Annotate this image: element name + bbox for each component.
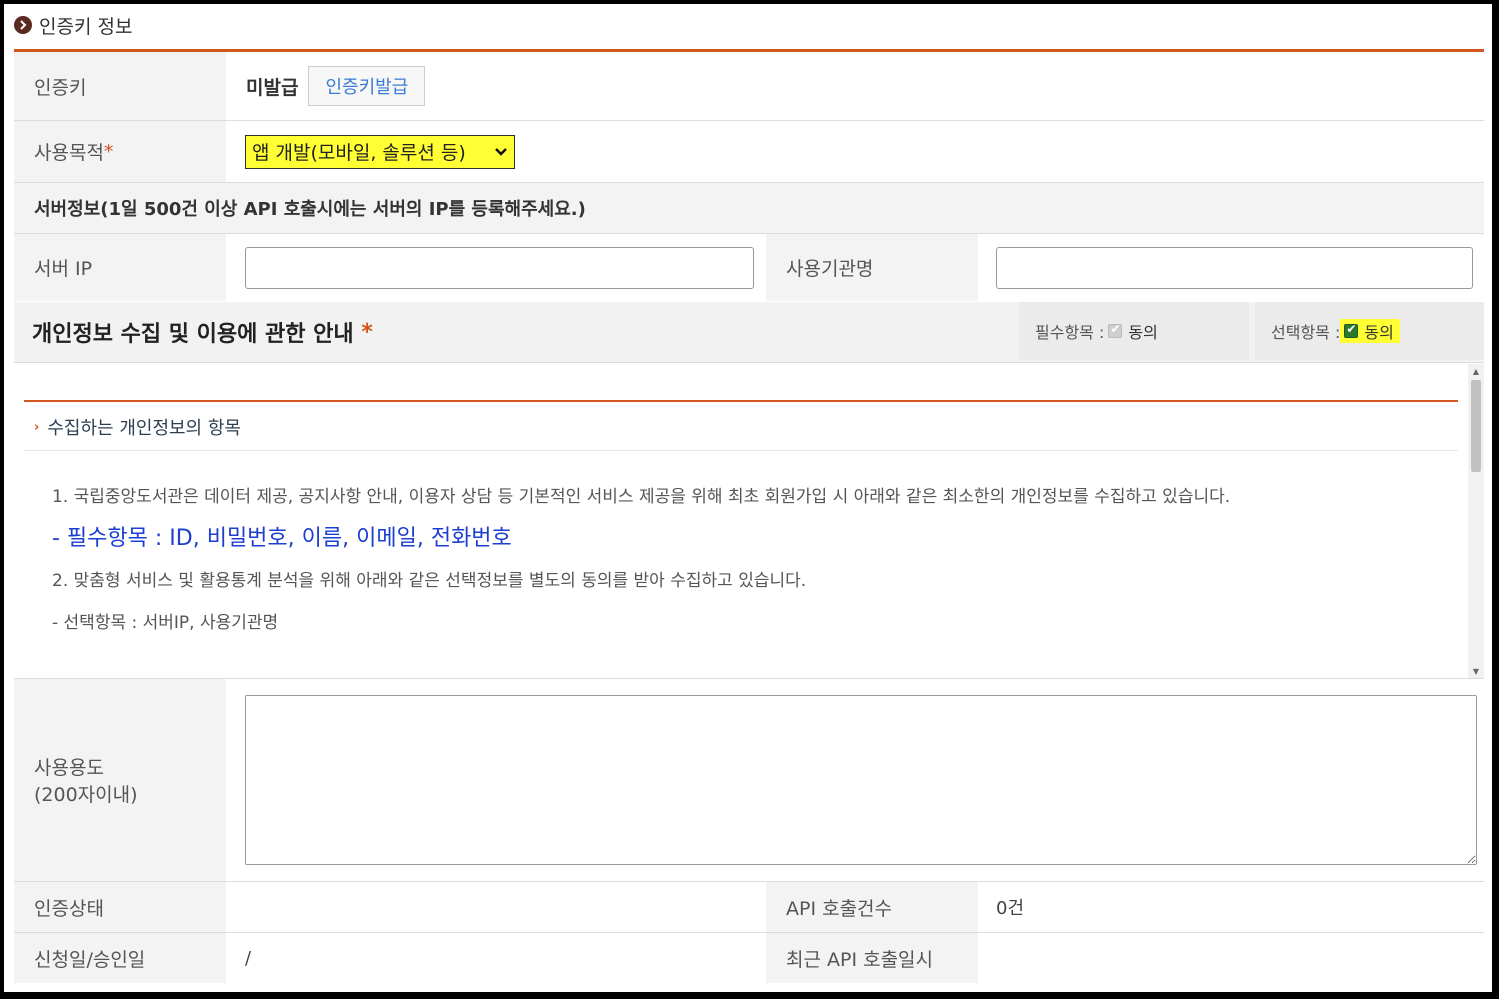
scroll-up-icon[interactable]: ▲ [1468, 364, 1484, 378]
scroll-down-icon[interactable]: ▼ [1468, 664, 1484, 678]
auth-key-panel: 인증키 정보 인증키 미발급 인증키발급 사용목적 * 앱 개발(모바일, 솔루션… [4, 4, 1492, 992]
purpose-label: 사용목적 * [14, 121, 226, 182]
server-ip-label: 서버 IP [14, 234, 226, 301]
mandatory-label: 필수항목 : [1035, 323, 1105, 342]
last-call-value [978, 933, 1484, 983]
usage-textarea[interactable] [245, 695, 1477, 865]
optional-agree-cell: 선택항목 : ✔ 동의 [1255, 302, 1484, 360]
org-name-input[interactable] [996, 246, 1473, 289]
privacy-content-divider [24, 400, 1458, 402]
request-date-value: / [226, 933, 766, 983]
optional-label: 선택항목 : [1271, 323, 1341, 342]
privacy-subheading: › 수집하는 개인정보의 항목 [34, 418, 241, 439]
purpose-row: 사용목적 * 앱 개발(모바일, 솔루션 등) [14, 121, 1484, 183]
purpose-select-value: 앱 개발(모바일, 솔루션 등) [252, 142, 466, 164]
mandatory-agree-text: 동의 [1128, 323, 1158, 342]
privacy-para2: 2. 맞춤형 서비스 및 활용통계 분석을 위해 아래와 같은 선택정보를 별도… [52, 571, 807, 591]
mandatory-agree-cell: 필수항목 : ✔ 동의 [1019, 302, 1249, 360]
scroll-thumb[interactable] [1471, 380, 1481, 472]
section-title: 인증키 정보 [14, 10, 132, 40]
privacy-content-scroll[interactable]: › 수집하는 개인정보의 항목 1. 국립중앙도서관은 데이터 제공, 공지사항… [14, 364, 1484, 679]
api-calls-value: 0건 [978, 882, 1484, 932]
optional-agree-text[interactable]: 동의 [1364, 319, 1393, 343]
scrollbar[interactable]: ▲ ▼ [1468, 364, 1484, 678]
subheading-divider [24, 450, 1458, 451]
auth-status-label: 인증상태 [14, 882, 226, 932]
api-calls-label: API 호출건수 [766, 882, 978, 932]
server-ip-row: 서버 IP 사용기관명 [14, 234, 1484, 301]
mandatory-items: - 필수항목 : ID, 비밀번호, 이름, 이메일, 전화번호 [52, 526, 512, 551]
auth-status-row: 인증상태 API 호출건수 0건 [14, 882, 1484, 933]
optional-agree-checkbox[interactable]: ✔ [1344, 322, 1359, 338]
server-info-heading-row: 서버정보(1일 500건 이상 API 호출시에는 서버의 IP를 등록해주세요… [14, 183, 1484, 234]
usage-row: 사용용도 (200자이내) [14, 679, 1484, 882]
server-ip-input[interactable] [245, 246, 754, 289]
chevron-right-circle-icon [14, 16, 32, 34]
server-info-heading: 서버정보(1일 500건 이상 API 호출시에는 서버의 IP를 등록해주세요… [34, 199, 586, 220]
last-call-label: 최근 API 호출일시 [766, 933, 978, 983]
auth-key-row: 인증키 미발급 인증키발급 [14, 52, 1484, 121]
request-date-label: 신청일/승인일 [14, 933, 226, 983]
request-date-row: 신청일/승인일 / 최근 API 호출일시 [14, 933, 1484, 983]
org-name-label: 사용기관명 [766, 234, 978, 301]
chevron-down-icon [495, 147, 507, 156]
privacy-heading-row: 개인정보 수집 및 이용에 관한 안내 * 필수항목 : ✔ 동의 선택항목 :… [14, 302, 1484, 363]
usage-label: 사용용도 (200자이내) [14, 679, 226, 881]
arrow-right-icon: › [34, 419, 40, 435]
auth-status-value [226, 882, 766, 932]
privacy-title: 개인정보 수집 및 이용에 관한 안내 * [32, 319, 373, 348]
purpose-select[interactable]: 앱 개발(모바일, 솔루션 등) [245, 134, 515, 169]
auth-key-label: 인증키 [14, 52, 226, 120]
optional-items: - 선택항목 : 서버IP, 사용기관명 [52, 613, 279, 633]
privacy-para1: 1. 국립중앙도서관은 데이터 제공, 공지사항 안내, 이용자 상담 등 기본… [52, 487, 1231, 507]
section-title-text: 인증키 정보 [39, 15, 133, 38]
mandatory-agree-checkbox: ✔ [1108, 322, 1123, 338]
auth-key-status: 미발급 [246, 76, 299, 99]
issue-auth-key-button[interactable]: 인증키발급 [308, 66, 426, 106]
